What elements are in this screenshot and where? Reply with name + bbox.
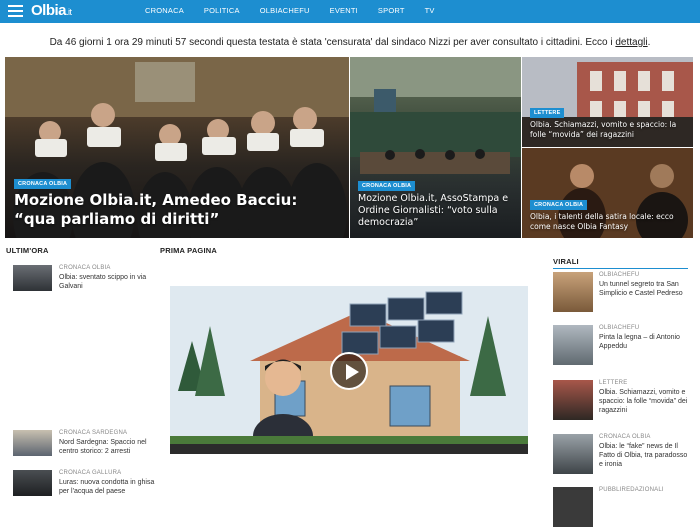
hero-3-title[interactable]: Olbia. Schiamazzi, vomito e spaccio: la … — [530, 120, 690, 139]
hero-story-1[interactable]: CRONACA OLBIA Mozione Olbia.it, Amedeo B… — [5, 57, 349, 238]
news-headline[interactable]: Luras: nuova condotta in ghisa per l'acq… — [59, 478, 163, 496]
top-navigation-bar: Olbia.it CRONACA POLITICA OLBIACHEFU EVE… — [0, 0, 700, 23]
logo-suffix: .it — [66, 7, 72, 17]
hero-2-title[interactable]: Mozione Olbia.it, AssoStampa e Ordine Gi… — [358, 193, 516, 229]
hero-3-category-badge[interactable]: LETTERE — [530, 108, 565, 118]
news-headline[interactable]: Un tunnel segreto tra San Simplicio e Ca… — [599, 280, 691, 298]
nav-item-tv[interactable]: TV — [425, 6, 435, 15]
news-headline[interactable]: Olbia. Schiamazzi, vomito e spaccio: la … — [599, 388, 691, 415]
news-category: OLBIACHEFU — [599, 272, 640, 278]
notice-end: . — [647, 37, 651, 48]
news-category: CRONACA SARDEGNA — [59, 430, 128, 436]
section-title-viral: VIRALI — [553, 257, 579, 266]
nav-item-sport[interactable]: SPORT — [378, 6, 405, 15]
news-thumbnail — [13, 265, 52, 291]
hero-4-category-badge[interactable]: CRONACA OLBIA — [530, 200, 588, 210]
news-thumbnail — [13, 470, 52, 496]
nav-item-eventi[interactable]: EVENTI — [330, 6, 358, 15]
news-headline[interactable]: Olbia: le “fake” news de Il Fatto di Olb… — [599, 442, 691, 469]
nav-item-politica[interactable]: POLITICA — [204, 6, 240, 15]
nav-item-olbiachefu[interactable]: OLBIACHEFU — [260, 6, 310, 15]
logo-text: Olbia — [31, 2, 67, 19]
section-title-latest: ULTIM'ORA — [6, 246, 49, 255]
news-headline[interactable]: Olbia: sventato scippo in via Galvani — [59, 273, 163, 291]
notice-details-link[interactable]: dettagli — [615, 37, 647, 48]
news-category: CRONACA GALLURA — [59, 470, 122, 476]
list-item[interactable]: PUBBLIREDAZIONALI — [553, 487, 693, 527]
list-item[interactable]: CRONACA OLBIA Olbia: le “fake” news de I… — [553, 434, 693, 474]
news-thumbnail — [553, 434, 593, 474]
front-page-video[interactable] — [170, 286, 528, 454]
news-headline[interactable]: Nord Sardegna: Spaccio nel centro storic… — [59, 438, 163, 456]
list-item[interactable]: CRONACA GALLURA Luras: nuova condotta in… — [13, 470, 163, 500]
section-title-front-page: PRIMA PAGINA — [160, 246, 217, 255]
play-icon[interactable] — [330, 352, 368, 390]
censorship-notice: Da 46 giorni 1 ora 29 minuti 57 secondi … — [0, 37, 700, 48]
main-nav: CRONACA POLITICA OLBIACHEFU EVENTI SPORT… — [145, 6, 455, 15]
site-logo[interactable]: Olbia.it — [31, 2, 72, 19]
hero-2-category-badge[interactable]: CRONACA OLBIA — [358, 181, 416, 191]
list-item[interactable]: OLBIACHEFU Un tunnel segreto tra San Sim… — [553, 272, 693, 312]
news-category: CRONACA OLBIA — [599, 434, 651, 440]
news-thumbnail — [553, 380, 593, 420]
news-category: LETTERE — [599, 380, 628, 386]
news-category: PUBBLIREDAZIONALI — [599, 487, 664, 493]
news-thumbnail — [553, 487, 593, 527]
news-thumbnail — [553, 272, 593, 312]
hero-1-category-badge[interactable]: CRONACA OLBIA — [14, 179, 72, 189]
hamburger-menu-icon[interactable] — [8, 5, 23, 17]
list-item[interactable]: CRONACA SARDEGNA Nord Sardegna: Spaccio … — [13, 430, 163, 460]
hero-story-4[interactable]: CRONACA OLBIA Olbia, i talenti della sat… — [522, 148, 693, 238]
hero-4-title[interactable]: Olbia, i talenti della satira locale: ec… — [530, 212, 690, 231]
news-category: OLBIACHEFU — [599, 325, 640, 331]
viral-divider — [553, 268, 688, 269]
hero-story-3[interactable]: LETTERE Olbia. Schiamazzi, vomito e spac… — [522, 57, 693, 147]
list-item[interactable]: OLBIACHEFU Pinta la legna – di Antonio A… — [553, 325, 693, 365]
hero-1-title[interactable]: Mozione Olbia.it, Amedeo Bacciu: “qua pa… — [14, 191, 334, 229]
video-progress-bar[interactable] — [170, 444, 528, 454]
list-item[interactable]: LETTERE Olbia. Schiamazzi, vomito e spac… — [553, 380, 693, 420]
hero-story-2[interactable]: CRONACA OLBIA Mozione Olbia.it, AssoStam… — [350, 57, 521, 238]
news-thumbnail — [13, 430, 52, 456]
news-thumbnail — [553, 325, 593, 365]
news-category: CRONACA OLBIA — [59, 265, 111, 271]
list-item[interactable]: CRONACA OLBIA Olbia: sventato scippo in … — [13, 265, 163, 295]
news-headline[interactable]: Pinta la legna – di Antonio Appeddu — [599, 333, 691, 351]
nav-item-cronaca[interactable]: CRONACA — [145, 6, 184, 15]
notice-text: Da 46 giorni 1 ora 29 minuti 57 secondi … — [49, 37, 616, 48]
